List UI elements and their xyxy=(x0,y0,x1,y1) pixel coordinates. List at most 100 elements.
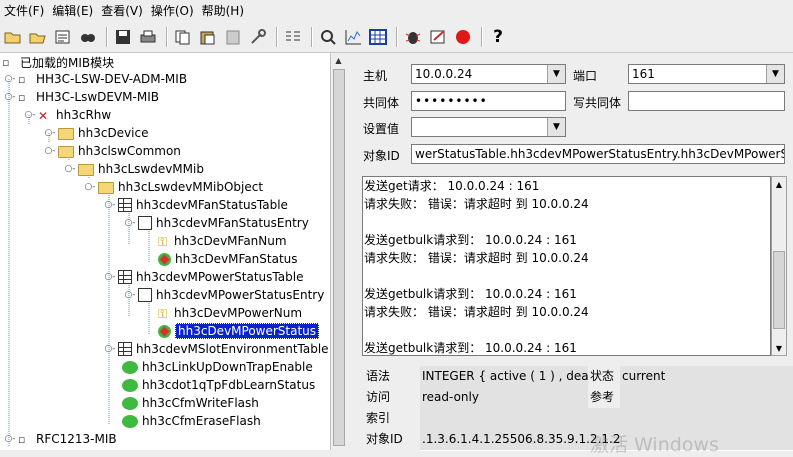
tree-node[interactable]: hh3cCfmWriteFlash xyxy=(122,394,259,412)
tree-node[interactable]: ○- hh3cLswdevMMib xyxy=(64,160,204,178)
tree-node[interactable]: ○- hh3cdevMFanStatusTable xyxy=(104,196,288,214)
bar-chart-icon[interactable] xyxy=(342,26,364,48)
log-scrollbar[interactable]: ▲ ▼ xyxy=(771,176,787,356)
tree-scrollbar[interactable]: ▲ xyxy=(330,53,346,450)
log-line: 请求失败： 错误：请求超时 到 10.0.0.24 xyxy=(364,197,589,211)
collapse-icon[interactable]: ○- xyxy=(44,146,56,156)
folder-icon xyxy=(58,128,74,140)
tree-node[interactable]: ○- ▫ RFC1213-MIB xyxy=(4,430,116,448)
load-mib-icon[interactable] xyxy=(52,26,74,48)
tree-node[interactable]: ○- hh3cdevMPowerStatusTable xyxy=(104,268,303,286)
chevron-down-icon[interactable]: ▼ xyxy=(766,65,784,83)
collapse-icon[interactable]: ○- xyxy=(124,218,136,228)
tree-node[interactable]: hh3cCfmEraseFlash xyxy=(122,412,261,430)
set-value-combo[interactable]: ▼ xyxy=(411,117,566,137)
menu-view[interactable]: 查看(V) xyxy=(97,0,147,22)
tree-node[interactable]: ○- hh3cdevMPowerStatusEntry xyxy=(124,286,324,304)
reference-label: 参考 xyxy=(590,390,615,404)
expand-icon[interactable]: ○- xyxy=(4,74,16,84)
tree-node[interactable]: hh3cdot1qTpFdbLearnStatus xyxy=(122,376,315,394)
table-icon xyxy=(118,198,132,212)
scroll-down-icon[interactable]: ▼ xyxy=(772,341,786,355)
copy-icon[interactable] xyxy=(172,26,194,48)
menu-bar: 文件(F) 编辑(E) 查看(V) 操作(O) 帮助(H) xyxy=(0,0,793,22)
table-icon[interactable] xyxy=(367,26,389,48)
collapse-icon[interactable]: ○- xyxy=(24,110,36,120)
index-value xyxy=(420,408,793,430)
tree-node[interactable]: ○- hh3cdevMSlotEnvironmentTable xyxy=(104,340,329,358)
key-icon: ⚿ xyxy=(158,234,168,249)
community-field[interactable]: ••••••••• xyxy=(411,91,566,111)
tree-node[interactable]: hh3cDevMFanStatus xyxy=(158,250,298,268)
tools-icon[interactable] xyxy=(247,26,269,48)
scroll-thumb[interactable] xyxy=(773,251,785,329)
result-log[interactable]: 发送get请求： 10.0.0.24 : 161 请求失败： 错误：请求超时 到… xyxy=(362,176,771,356)
access-value: read-only xyxy=(420,387,588,409)
log-line: 请求失败： 错误：请求超时 到 10.0.0.24 xyxy=(364,251,589,265)
open-folder-icon[interactable] xyxy=(2,26,24,48)
find-icon[interactable] xyxy=(77,26,99,48)
mib-module-icon: ▫ xyxy=(18,72,26,86)
expand-icon[interactable]: ○- xyxy=(44,128,56,138)
scroll-up-icon[interactable]: ▲ xyxy=(772,177,786,191)
oid-field[interactable]: werStatusTable.hh3cdevMPowerStatusEntry.… xyxy=(411,144,785,164)
collapse-icon[interactable]: ○- xyxy=(104,272,116,282)
write-community-label: 写共同体 xyxy=(573,96,622,110)
key-icon: ⚿ xyxy=(158,306,168,321)
log-line: 发送getbulk请求到： 10.0.0.24 : 161 xyxy=(364,341,577,355)
tree-node[interactable]: ○- ✕ hh3cRhw xyxy=(24,106,111,124)
menu-file[interactable]: 文件(F) xyxy=(0,0,48,22)
collapse-icon[interactable]: ○- xyxy=(84,182,96,192)
trap-icon[interactable] xyxy=(427,26,449,48)
index-label: 索引 xyxy=(366,411,391,425)
collapse-icon[interactable]: ○- xyxy=(124,290,136,300)
graph-icon[interactable] xyxy=(317,26,339,48)
menu-edit[interactable]: 编辑(E) xyxy=(48,0,97,22)
expand-icon[interactable]: ○- xyxy=(4,434,16,444)
stop-icon[interactable] xyxy=(452,26,474,48)
chevron-down-icon[interactable]: ▼ xyxy=(547,65,565,83)
reference-value xyxy=(620,387,793,409)
expand-icon[interactable]: ○- xyxy=(104,344,116,354)
tree-node[interactable]: ○- hh3cLswdevMMibObject xyxy=(84,178,263,196)
tree-node[interactable]: ○- ▫ HH3C-LSW-DEV-ADM-MIB xyxy=(4,70,187,88)
debug-icon[interactable] xyxy=(402,26,424,48)
paste-icon[interactable] xyxy=(197,26,219,48)
tree-node[interactable]: hh3cLinkUpDownTrapEnable xyxy=(122,358,313,376)
tree-node[interactable]: ○- ▫ HH3C-LswDEVM-MIB xyxy=(4,88,159,106)
menu-help[interactable]: 帮助(H) xyxy=(198,0,248,22)
access-label: 访问 xyxy=(366,390,391,404)
collapse-icon[interactable]: ○- xyxy=(104,200,116,210)
help-icon[interactable]: ? xyxy=(487,26,509,48)
scroll-thumb[interactable] xyxy=(333,69,345,446)
host-combo[interactable]: 10.0.0.24 ▼ xyxy=(411,64,566,84)
save-icon[interactable] xyxy=(112,26,134,48)
tree-node[interactable]: ⚿ hh3cDevMPowerNum xyxy=(158,304,302,322)
leaf-object-icon xyxy=(158,252,171,266)
open-file-icon[interactable] xyxy=(27,26,49,48)
object-info: 语法 INTEGER { active ( 1 ) , deacti 状态 cu… xyxy=(362,366,793,451)
root-icon: ▫ xyxy=(2,55,10,69)
tree-node[interactable]: ○- hh3clswCommon xyxy=(44,142,181,160)
port-combo[interactable]: 161 ▼ xyxy=(628,64,785,84)
collapse-icon[interactable]: ○- xyxy=(64,164,76,174)
print-icon[interactable] xyxy=(137,26,159,48)
tree-node[interactable]: ⚿ hh3cDevMFanNum xyxy=(158,232,287,250)
mib-tree[interactable]: ▫ 已加载的MIB模块 ○- ▫ HH3C-LSW-DEV-ADM-MIB ○-… xyxy=(0,53,346,450)
multi-get-icon[interactable] xyxy=(282,26,304,48)
chevron-down-icon[interactable]: ▼ xyxy=(547,118,565,136)
menu-action[interactable]: 操作(O) xyxy=(147,0,198,22)
clipboard-icon[interactable] xyxy=(222,26,244,48)
collapse-icon[interactable]: ○- xyxy=(4,92,16,102)
tree-root[interactable]: ▫ 已加载的MIB模块 xyxy=(2,53,114,71)
scalar-object-icon xyxy=(122,396,138,410)
tree-node[interactable]: ○- hh3cdevMFanStatusEntry xyxy=(124,214,309,232)
object-oid-label: 对象ID xyxy=(366,432,403,446)
write-community-field[interactable] xyxy=(628,91,785,111)
tree-node[interactable]: ○- hh3cDevice xyxy=(44,124,148,142)
tree-node-selected[interactable]: hh3cDevMPowerStatus xyxy=(158,322,320,340)
folder-icon xyxy=(98,182,114,194)
scroll-up-icon[interactable]: ▲ xyxy=(331,53,346,68)
